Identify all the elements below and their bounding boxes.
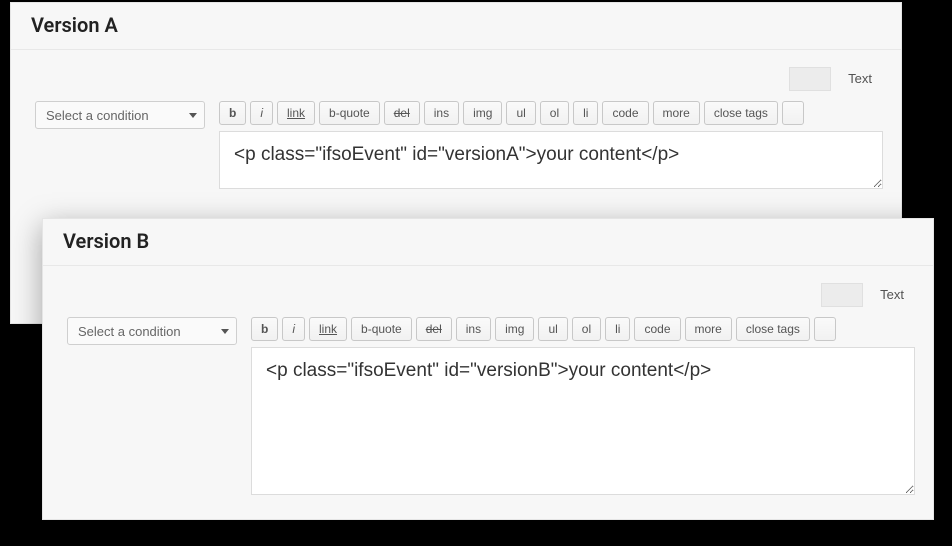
- qt-code-button[interactable]: code: [602, 101, 648, 125]
- editor-tabs: Text: [29, 62, 883, 99]
- qt-bold-button[interactable]: b: [251, 317, 278, 341]
- qt-li-button[interactable]: li: [605, 317, 630, 341]
- text-tab[interactable]: Text: [869, 282, 915, 307]
- qt-link-button[interactable]: link: [309, 317, 347, 341]
- editor-column: b i link b-quote del ins img ul ol li co…: [219, 99, 883, 189]
- qt-close-tags-button[interactable]: close tags: [736, 317, 810, 341]
- visual-tab[interactable]: [789, 67, 831, 91]
- editor-column: b i link b-quote del ins img ul ol li co…: [251, 315, 915, 495]
- qt-li-button[interactable]: li: [573, 101, 598, 125]
- panel-header: Version A: [11, 3, 901, 50]
- quicktags-toolbar: b i link b-quote del ins img ul ol li co…: [251, 315, 915, 347]
- qt-italic-button[interactable]: i: [250, 101, 273, 125]
- visual-tab[interactable]: [821, 283, 863, 307]
- qt-ins-button[interactable]: ins: [424, 101, 459, 125]
- qt-code-button[interactable]: code: [634, 317, 680, 341]
- qt-ol-button[interactable]: ol: [540, 101, 569, 125]
- qt-ul-button[interactable]: ul: [506, 101, 535, 125]
- condition-select[interactable]: Select a condition: [67, 317, 237, 345]
- qt-italic-button[interactable]: i: [282, 317, 305, 341]
- condition-select-wrap: Select a condition: [67, 317, 237, 345]
- qt-ul-button[interactable]: ul: [538, 317, 567, 341]
- text-tab[interactable]: Text: [837, 66, 883, 91]
- qt-bold-button[interactable]: b: [219, 101, 246, 125]
- version-b-panel: Version B Text Select a condition b i li…: [42, 218, 934, 520]
- content-editor[interactable]: [219, 131, 883, 189]
- editor-tabs: Text: [61, 278, 915, 315]
- qt-ol-button[interactable]: ol: [572, 317, 601, 341]
- qt-bquote-button[interactable]: b-quote: [319, 101, 380, 125]
- panel-body: Text Select a condition b i link b-quote…: [11, 50, 901, 207]
- qt-more-button[interactable]: more: [685, 317, 732, 341]
- content-editor[interactable]: [251, 347, 915, 495]
- qt-link-button[interactable]: link: [277, 101, 315, 125]
- qt-more-button[interactable]: more: [653, 101, 700, 125]
- panel-body: Text Select a condition b i link b-quote…: [43, 266, 933, 513]
- qt-del-button[interactable]: del: [384, 101, 420, 125]
- qt-extra-button[interactable]: [782, 101, 804, 125]
- panel-title: Version B: [63, 229, 913, 253]
- qt-del-button[interactable]: del: [416, 317, 452, 341]
- panel-header: Version B: [43, 219, 933, 266]
- condition-select-wrap: Select a condition: [35, 101, 205, 129]
- qt-bquote-button[interactable]: b-quote: [351, 317, 412, 341]
- qt-img-button[interactable]: img: [463, 101, 502, 125]
- quicktags-toolbar: b i link b-quote del ins img ul ol li co…: [219, 99, 883, 131]
- qt-ins-button[interactable]: ins: [456, 317, 491, 341]
- panel-title: Version A: [31, 13, 881, 37]
- condition-select[interactable]: Select a condition: [35, 101, 205, 129]
- qt-img-button[interactable]: img: [495, 317, 534, 341]
- qt-extra-button[interactable]: [814, 317, 836, 341]
- qt-close-tags-button[interactable]: close tags: [704, 101, 778, 125]
